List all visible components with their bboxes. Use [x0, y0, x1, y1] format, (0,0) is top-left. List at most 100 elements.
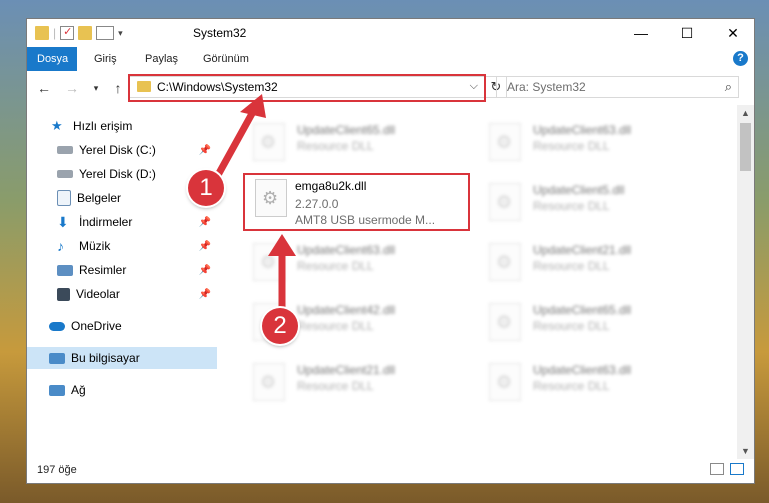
- nav-label: Yerel Disk (D:): [79, 167, 156, 181]
- title-bar: | ✓ ▾ System32 — ☐ ✕: [27, 19, 754, 47]
- nav-item-quick-access[interactable]: ★ Hızlı erişim: [27, 115, 217, 137]
- nav-item-network[interactable]: Ağ: [27, 379, 217, 401]
- file-type: Resource DLL: [297, 259, 374, 273]
- maximize-button[interactable]: ☐: [664, 19, 710, 47]
- file-name: UpdateClient63.dll: [297, 243, 396, 257]
- file-name: UpdateClient21.dll: [533, 243, 632, 257]
- list-item[interactable]: UpdateClient21.dll Resource DLL: [253, 359, 453, 413]
- vertical-scrollbar[interactable]: ▲ ▼: [737, 105, 754, 459]
- file-type: Resource DLL: [533, 199, 610, 213]
- list-item[interactable]: UpdateClient5.dll Resource DLL: [489, 179, 689, 233]
- nav-item-downloads[interactable]: ⬇ İndirmeler 📌: [27, 211, 217, 233]
- pin-icon[interactable]: 📌: [199, 241, 211, 252]
- file-name: UpdateClient65.dll: [533, 303, 632, 317]
- search-icon: ⌕: [724, 79, 732, 94]
- help-button[interactable]: ?: [733, 51, 748, 66]
- tab-gorunum[interactable]: Görünüm: [193, 47, 259, 71]
- forward-button[interactable]: →: [63, 79, 81, 97]
- list-item[interactable]: UpdateClient63.dll Resource DLL: [489, 359, 689, 413]
- dll-file-icon: [489, 303, 521, 341]
- large-icons-view-icon[interactable]: [730, 463, 744, 475]
- scroll-up-icon[interactable]: ▲: [741, 108, 750, 118]
- file-name: UpdateClient63.dll: [533, 363, 632, 377]
- list-item[interactable]: UpdateClient63.dll Resource DLL: [489, 119, 689, 173]
- step-2-badge: 2: [262, 308, 298, 344]
- file-type: Resource DLL: [533, 379, 610, 393]
- tab-dosya[interactable]: Dosya: [27, 47, 77, 71]
- item-count: 197 öğe: [37, 464, 77, 476]
- list-item[interactable]: UpdateClient65.dll Resource DLL: [489, 299, 689, 353]
- pin-icon[interactable]: 📌: [199, 289, 211, 300]
- nav-label: Bu bilgisayar: [71, 351, 140, 365]
- file-name: UpdateClient65.dll: [297, 123, 396, 137]
- cloud-icon: [49, 321, 65, 331]
- nav-item-pictures[interactable]: Resimler 📌: [27, 259, 217, 281]
- download-icon: ⬇: [57, 214, 69, 230]
- chevron-down-icon[interactable]: ▾: [118, 28, 123, 39]
- network-icon: [49, 384, 65, 396]
- separator: |: [53, 26, 57, 40]
- back-button[interactable]: ←: [35, 79, 53, 97]
- nav-label: Yerel Disk (C:): [79, 143, 156, 157]
- list-item[interactable]: UpdateClient21.dll Resource DLL: [489, 239, 689, 293]
- file-name: UpdateClient21.dll: [297, 363, 396, 377]
- search-box[interactable]: Ara: System32 ⌕: [496, 76, 739, 98]
- nav-label: Hızlı erişim: [73, 119, 133, 133]
- search-placeholder: Ara: System32: [507, 80, 586, 94]
- drive-icon: [57, 170, 73, 178]
- file-type: Resource DLL: [297, 379, 374, 393]
- details-view-icon[interactable]: [710, 463, 724, 475]
- file-type: Resource DLL: [533, 319, 610, 333]
- nav-label: Resimler: [79, 263, 127, 277]
- address-highlight-box: [128, 74, 486, 102]
- pin-icon[interactable]: 📌: [199, 145, 211, 156]
- nav-item-this-pc[interactable]: Bu bilgisayar: [27, 347, 217, 369]
- dll-file-icon: [253, 243, 285, 281]
- nav-label: Videolar: [76, 287, 120, 301]
- view-switcher: [710, 463, 744, 475]
- pictures-icon: [57, 264, 73, 276]
- ribbon-tabs: Dosya Giriş Paylaş Görünüm ?: [27, 47, 754, 72]
- nav-label: İndirmeler: [79, 215, 133, 229]
- status-bar: 197 öğe: [27, 459, 754, 483]
- nav-label: Ağ: [71, 383, 86, 397]
- file-name: UpdateClient5.dll: [533, 183, 625, 197]
- nav-item-local-disk-c[interactable]: Yerel Disk (C:) 📌: [27, 139, 217, 161]
- close-button[interactable]: ✕: [710, 19, 754, 47]
- scroll-down-icon[interactable]: ▼: [741, 446, 750, 456]
- dll-file-icon: [489, 183, 521, 221]
- video-icon: [57, 287, 70, 301]
- music-icon: ♪: [57, 238, 64, 254]
- pin-icon[interactable]: 📌: [199, 217, 211, 228]
- dll-file-icon: [489, 123, 521, 161]
- file-highlight-box: [243, 173, 470, 231]
- dll-file-icon: [489, 363, 521, 401]
- quick-access-toolbar: | ✓ ▾: [35, 24, 123, 42]
- computer-icon: [49, 352, 65, 364]
- tab-paylas[interactable]: Paylaş: [135, 47, 188, 71]
- window-title: System32: [193, 26, 247, 40]
- tab-giris[interactable]: Giriş: [84, 47, 127, 71]
- nav-item-onedrive[interactable]: OneDrive: [27, 315, 217, 337]
- up-button[interactable]: ↑: [109, 79, 127, 97]
- list-item[interactable]: UpdateClient65.dll Resource DLL: [253, 119, 453, 173]
- new-folder-icon[interactable]: [78, 26, 93, 40]
- file-type: Resource DLL: [533, 139, 610, 153]
- file-type: Resource DLL: [297, 319, 374, 333]
- nav-item-videos[interactable]: Videolar 📌: [27, 283, 217, 305]
- properties-icon[interactable]: ✓: [60, 26, 75, 40]
- scroll-thumb[interactable]: [740, 123, 751, 171]
- recent-locations-button[interactable]: ▾: [87, 79, 105, 97]
- pin-icon[interactable]: 📌: [199, 265, 211, 276]
- customize-icon[interactable]: [96, 26, 115, 40]
- minimize-button[interactable]: —: [618, 19, 664, 47]
- dll-file-icon: [489, 243, 521, 281]
- nav-item-music[interactable]: ♪ Müzik 📌: [27, 235, 217, 257]
- file-list: UpdateClient65.dll Resource DLL UpdateCl…: [243, 105, 737, 459]
- nav-label: Müzik: [79, 239, 111, 253]
- drive-icon: [57, 146, 73, 154]
- dll-file-icon: [253, 123, 285, 161]
- document-icon: [57, 190, 71, 206]
- file-type: Resource DLL: [297, 139, 374, 153]
- list-item[interactable]: UpdateClient63.dll Resource DLL: [253, 239, 453, 293]
